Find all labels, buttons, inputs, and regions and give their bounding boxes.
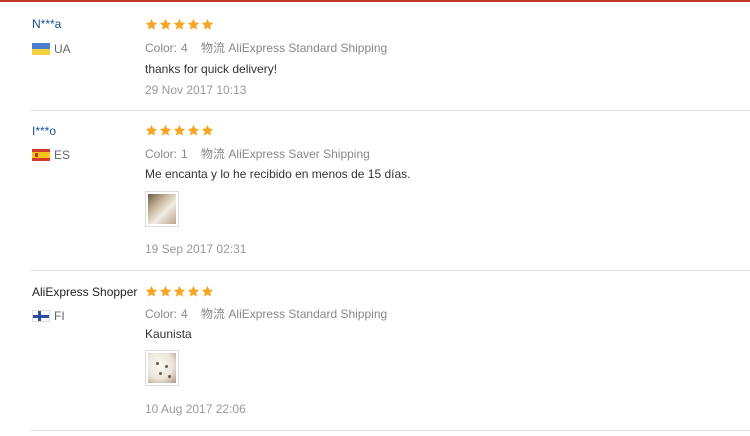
review-meta: Color: 4 物流 AliExpress Standard Shipping: [145, 39, 387, 56]
review-date: 29 Nov 2017 10:13: [145, 83, 247, 97]
flag-fi-icon: [32, 310, 50, 322]
color-value: 4: [181, 307, 188, 321]
star-icon: [159, 18, 172, 30]
shipping-method: AliExpress Standard Shipping: [228, 41, 388, 55]
review-text: Me encanta y lo he recibido en menos de …: [145, 167, 411, 181]
star-icon: [159, 124, 172, 136]
country-code: FI: [54, 309, 65, 323]
review-date: 19 Sep 2017 02:31: [145, 242, 247, 256]
review-photo: [148, 353, 176, 383]
star-icon: [173, 124, 186, 136]
review-divider: [30, 270, 750, 271]
star-icon: [187, 285, 200, 297]
logistics-label: 物流: [201, 307, 226, 321]
reviewer-country: FI: [32, 309, 65, 323]
review-text: thanks for quick delivery!: [145, 62, 278, 76]
star-icon: [201, 285, 214, 297]
review-divider: [30, 430, 750, 431]
review-divider: [30, 110, 750, 111]
review-text: Kaunista: [145, 327, 192, 341]
logistics-label: 物流: [201, 147, 226, 161]
review-photo-thumbnail[interactable]: [145, 350, 179, 386]
color-value: 1: [181, 147, 188, 161]
country-code: UA: [54, 42, 71, 56]
logistics-label: 物流: [201, 41, 226, 55]
reviewer-name[interactable]: AliExpress Shopper: [32, 285, 137, 299]
star-icon: [173, 285, 186, 297]
review-date: 10 Aug 2017 22:06: [145, 402, 246, 416]
flag-ua-icon: [32, 43, 50, 55]
color-label: Color:: [145, 41, 178, 55]
star-icon: [173, 18, 186, 30]
star-icon: [145, 285, 158, 297]
star-icon: [201, 124, 214, 136]
star-icon: [145, 124, 158, 136]
country-code: ES: [54, 148, 71, 162]
star-icon: [187, 18, 200, 30]
star-icon: [187, 124, 200, 136]
color-value: 4: [181, 41, 188, 55]
reviewer-name[interactable]: I***o: [32, 124, 56, 138]
review-meta: Color: 1 物流 AliExpress Saver Shipping: [145, 145, 370, 162]
star-icon: [201, 18, 214, 30]
review-photo-thumbnail[interactable]: [145, 191, 179, 227]
flag-es-icon: [32, 149, 50, 161]
shipping-method: AliExpress Saver Shipping: [228, 147, 370, 161]
top-accent-bar: [0, 0, 750, 2]
star-icon: [159, 285, 172, 297]
color-label: Color:: [145, 307, 178, 321]
star-rating: [145, 18, 214, 31]
reviewer-country: ES: [32, 148, 70, 162]
star-rating: [145, 124, 214, 137]
review-photo: [148, 194, 176, 224]
star-icon: [145, 18, 158, 30]
reviewer-country: UA: [32, 42, 71, 56]
color-label: Color:: [145, 147, 178, 161]
reviewer-name[interactable]: N***a: [32, 17, 61, 31]
review-meta: Color: 4 物流 AliExpress Standard Shipping: [145, 305, 387, 322]
shipping-method: AliExpress Standard Shipping: [228, 307, 388, 321]
star-rating: [145, 285, 214, 298]
